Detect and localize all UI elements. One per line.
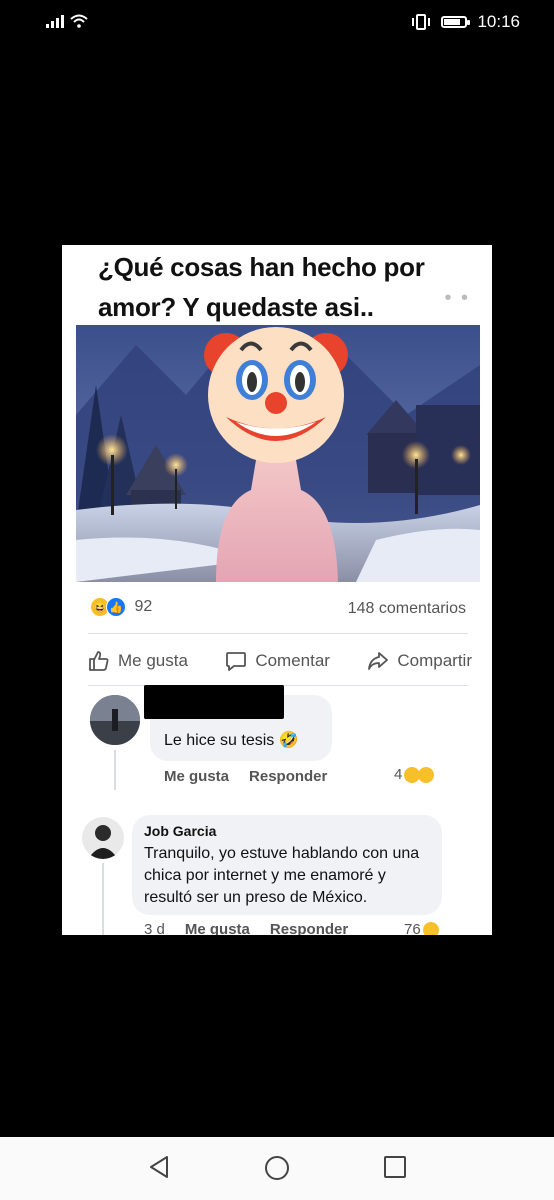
comment-label: Comentar xyxy=(255,651,330,670)
share-button[interactable]: Compartir xyxy=(367,650,472,672)
comment-reply-button[interactable]: Responder xyxy=(270,921,348,935)
more-options-icon[interactable]: • • xyxy=(444,287,470,310)
comment-button[interactable]: Comentar xyxy=(225,650,330,672)
comment-like-button[interactable]: Me gusta xyxy=(164,768,229,785)
reaction-count[interactable]: 92 xyxy=(134,598,152,615)
like-label: Me gusta xyxy=(118,651,188,670)
thumbs-up-icon xyxy=(89,651,109,671)
divider xyxy=(88,633,468,634)
comment-reaction-count: 4 xyxy=(394,766,403,783)
rofl-emoji-icon: 🤣 xyxy=(278,732,299,749)
comment-text: Tranquilo, yo estuve hablando con una ch… xyxy=(144,845,420,906)
vibrate-icon xyxy=(412,14,431,30)
avatar[interactable] xyxy=(82,817,124,859)
comment-reactions[interactable]: 4 xyxy=(394,766,435,783)
comment-meta: 3 d Me gusta Responder xyxy=(144,921,348,935)
wifi-icon xyxy=(70,14,88,28)
clock: 10:16 xyxy=(477,12,520,31)
comment-reply-button[interactable]: Responder xyxy=(249,768,327,785)
post-card: ¿Qué cosas han hecho por amor? Y quedast… xyxy=(62,245,492,935)
like-button[interactable]: Me gusta xyxy=(88,650,188,672)
sad-reaction-icon xyxy=(418,766,435,783)
post-title: ¿Qué cosas han hecho por amor? Y quedast… xyxy=(98,252,425,322)
recents-icon[interactable] xyxy=(383,1155,407,1179)
share-label: Compartir xyxy=(397,651,472,670)
comment-author[interactable]: Job Garcia xyxy=(144,823,216,839)
signal-icon xyxy=(46,14,64,28)
thread-line xyxy=(102,863,104,935)
share-icon xyxy=(368,652,389,670)
comment-bubble: Job Garcia Tranquilo, yo estuve hablando… xyxy=(132,815,442,915)
redacted-name-overlay xyxy=(144,685,284,719)
comment-reaction-count: 76 xyxy=(404,921,421,935)
haha-reaction-icon xyxy=(422,921,439,935)
like-reaction-icon[interactable]: 👍 xyxy=(106,597,126,617)
comment-reactions[interactable]: 76 xyxy=(404,921,439,935)
post-actions: Me gusta Comentar Compartir xyxy=(88,645,472,677)
post-image[interactable] xyxy=(76,325,480,582)
comment-text: Le hice su tesis xyxy=(164,732,275,749)
comment-meta: Me gusta Responder xyxy=(164,768,327,785)
home-icon[interactable] xyxy=(264,1155,290,1181)
comment-icon xyxy=(226,652,247,671)
system-nav-bar xyxy=(0,1137,554,1200)
back-icon[interactable] xyxy=(148,1155,170,1179)
thread-line xyxy=(114,750,116,790)
comment-time: 3 d xyxy=(144,921,165,935)
avatar[interactable] xyxy=(90,695,140,745)
battery-icon xyxy=(441,16,471,28)
status-bar: 10:16 xyxy=(0,0,554,46)
comments-count[interactable]: 148 comentarios xyxy=(348,600,466,618)
post-stats: 😆 👍 92 148 comentarios xyxy=(90,597,466,623)
comment-like-button[interactable]: Me gusta xyxy=(185,921,250,935)
